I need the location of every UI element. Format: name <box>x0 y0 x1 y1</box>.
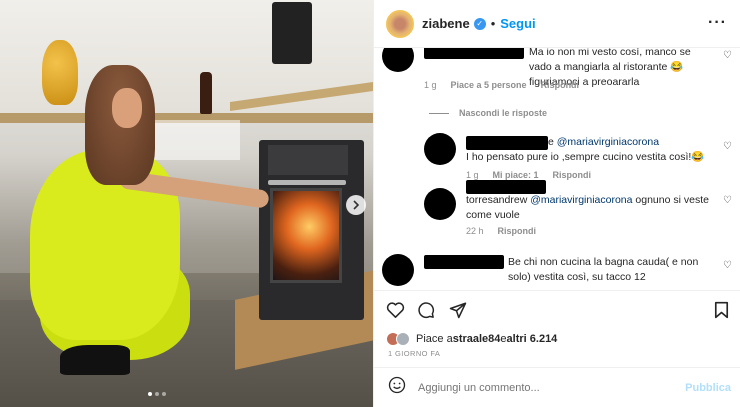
likes-summary[interactable]: Piace a straale84 e altri 6.214 <box>386 332 557 346</box>
verified-icon: ✓ <box>473 17 486 30</box>
more-icon[interactable]: ··· <box>708 14 727 32</box>
comment-avatar[interactable] <box>382 48 414 72</box>
reply-button[interactable]: Rispondi <box>553 170 592 180</box>
comment-username[interactable]: torresandrew <box>466 194 527 206</box>
heart-icon[interactable]: ♡ <box>723 260 732 271</box>
publish-button[interactable]: Pubblica <box>685 382 731 394</box>
comment-text: e @mariavirginiacorona <box>548 136 660 148</box>
post-photo[interactable] <box>0 0 373 407</box>
comment-meta: 22 h Rispondi <box>466 226 536 236</box>
bookmark-icon[interactable] <box>714 301 729 324</box>
comment-likes[interactable]: Mi piace: 1 <box>493 170 539 180</box>
comment-username-redacted <box>466 180 546 194</box>
heart-icon[interactable]: ♡ <box>723 50 732 61</box>
comment-avatar[interactable] <box>424 188 456 220</box>
comment-username[interactable] <box>424 48 524 59</box>
photo-oven-handle <box>268 180 346 185</box>
comment-avatar[interactable] <box>382 254 414 286</box>
heart-icon[interactable]: ♡ <box>723 141 732 152</box>
reply-button[interactable]: Rispondi <box>541 80 580 90</box>
photo-wine-bottle <box>200 72 212 114</box>
post-side-panel: ziabene ✓ • Segui ··· Ma io non mi vesto… <box>373 0 740 407</box>
photo-monitor <box>272 2 312 64</box>
comment-time: 1 g <box>424 80 437 90</box>
photo-oven-panel <box>268 145 348 175</box>
comment-time: 1 g <box>466 170 479 180</box>
photo-person-shoe <box>60 345 130 375</box>
avatar[interactable] <box>386 9 414 38</box>
comment-username[interactable] <box>424 255 504 269</box>
add-comment-bar: Pubblica <box>374 367 740 407</box>
carousel-dots <box>148 392 166 396</box>
photo-person-face <box>112 88 142 128</box>
comment-likes[interactable]: Piace a 5 persone <box>451 80 527 90</box>
post-actions <box>374 290 740 330</box>
comment-icon[interactable] <box>417 301 435 324</box>
carousel-dot <box>162 392 166 396</box>
emoji-icon[interactable] <box>388 376 406 399</box>
hide-replies[interactable]: Nascondi le risposte <box>429 108 547 118</box>
comment-username[interactable] <box>466 136 548 150</box>
comment-avatar[interactable] <box>424 133 456 165</box>
liked-by-user[interactable]: straale84 <box>453 333 501 345</box>
next-arrow-icon[interactable] <box>346 195 366 215</box>
photo-golden-statue <box>42 40 78 105</box>
hide-replies-label: Nascondi le risposte <box>459 108 548 118</box>
follow-button[interactable]: Segui <box>500 16 535 31</box>
heart-icon[interactable]: ♡ <box>723 195 732 206</box>
comment-meta: 1 g Piace a 5 persone Rispondi <box>424 80 579 90</box>
username[interactable]: ziabene <box>422 16 470 31</box>
carousel-dot <box>155 392 159 396</box>
share-icon[interactable] <box>449 301 467 324</box>
mention-link[interactable]: @mariavirginiacorona <box>557 136 659 148</box>
likes-count[interactable]: altri 6.214 <box>507 333 558 345</box>
photo-box <box>150 120 240 160</box>
heart-icon[interactable] <box>386 301 405 323</box>
comment-time: 22 h <box>466 226 484 236</box>
comment-input[interactable] <box>418 381 658 394</box>
post-date: 1 GIORNO FA <box>388 349 441 358</box>
mention-link[interactable]: @mariavirginiacorona <box>530 194 632 206</box>
avatar <box>396 332 410 346</box>
comment-text: torresandrew @mariavirginiacorona ognuno… <box>466 194 709 221</box>
divider <box>429 112 449 114</box>
comment-text: Be chi non cucina la bagna cauda( e non … <box>508 256 699 283</box>
separator: • <box>490 16 496 31</box>
comments-list: Ma io non mi vesto così, manco se vado a… <box>374 48 740 290</box>
carousel-dot <box>148 392 152 396</box>
post-header: ziabene ✓ • Segui ··· <box>374 0 740 48</box>
comment-text-cont: I ho pensato pure io ,sempre cucino vest… <box>466 151 705 163</box>
reply-button[interactable]: Rispondi <box>498 226 537 236</box>
photo-oven-window <box>270 188 342 283</box>
comment-meta: 1 g Mi piace: 1 Rispondi <box>466 170 591 180</box>
